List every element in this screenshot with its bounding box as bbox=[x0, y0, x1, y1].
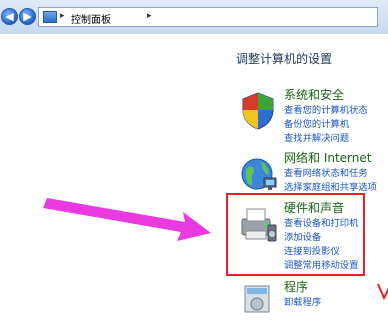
magenta-pointer-arrow-icon bbox=[43, 198, 211, 241]
annotation-arrows bbox=[43, 198, 388, 301]
red-pointer-arrow-icon bbox=[377, 283, 388, 301]
